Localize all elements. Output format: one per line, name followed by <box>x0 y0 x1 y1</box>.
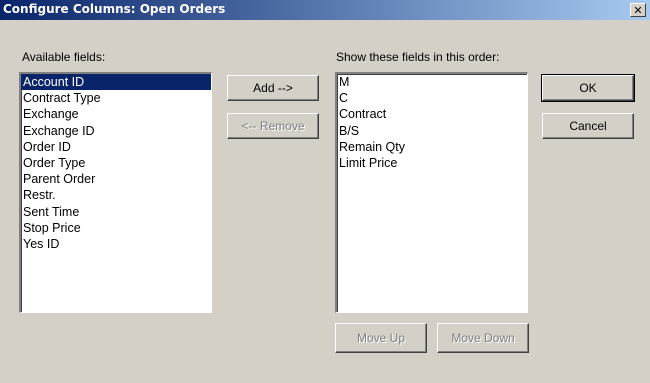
available-field-item[interactable]: Contract Type <box>21 90 211 106</box>
shown-field-item[interactable]: Limit Price <box>337 155 527 171</box>
available-field-item[interactable]: Parent Order <box>21 171 211 187</box>
shown-field-item[interactable]: Contract <box>337 106 527 122</box>
close-button[interactable]: ✕ <box>630 3 646 17</box>
available-field-item[interactable]: Exchange ID <box>21 123 211 139</box>
available-field-item[interactable]: Restr. <box>21 187 211 203</box>
title-bar: Configure Columns: Open Orders ✕ <box>0 0 650 20</box>
remove-button[interactable]: <-- Remove <box>227 113 319 139</box>
available-field-item[interactable]: Account ID <box>21 74 211 91</box>
available-field-item[interactable]: Order Type <box>21 155 211 171</box>
available-fields-listbox[interactable]: Account ID Contract Type Exchange Exchan… <box>19 72 212 313</box>
available-field-item[interactable]: Order ID <box>21 139 211 155</box>
move-up-button[interactable]: Move Up <box>335 323 427 353</box>
available-field-item[interactable]: Exchange <box>21 106 211 122</box>
shown-fields-label: Show these fields in this order: <box>336 50 500 64</box>
available-field-item[interactable]: Stop Price <box>21 220 211 236</box>
add-button[interactable]: Add --> <box>227 75 319 101</box>
move-down-button[interactable]: Move Down <box>437 323 529 353</box>
shown-fields-listbox[interactable]: M C Contract B/S Remain Qty Limit Price <box>335 72 528 313</box>
close-icon: ✕ <box>633 3 643 17</box>
ok-button[interactable]: OK <box>541 74 635 102</box>
window-title: Configure Columns: Open Orders <box>3 2 226 16</box>
available-fields-label: Available fields: <box>22 50 106 64</box>
available-field-item[interactable]: Sent Time <box>21 204 211 220</box>
shown-field-item[interactable]: C <box>337 90 527 106</box>
shown-field-item[interactable]: M <box>337 74 527 90</box>
shown-field-item[interactable]: Remain Qty <box>337 139 527 155</box>
cancel-button[interactable]: Cancel <box>542 113 634 139</box>
shown-field-item[interactable]: B/S <box>337 123 527 139</box>
available-field-item[interactable]: Yes ID <box>21 236 211 252</box>
